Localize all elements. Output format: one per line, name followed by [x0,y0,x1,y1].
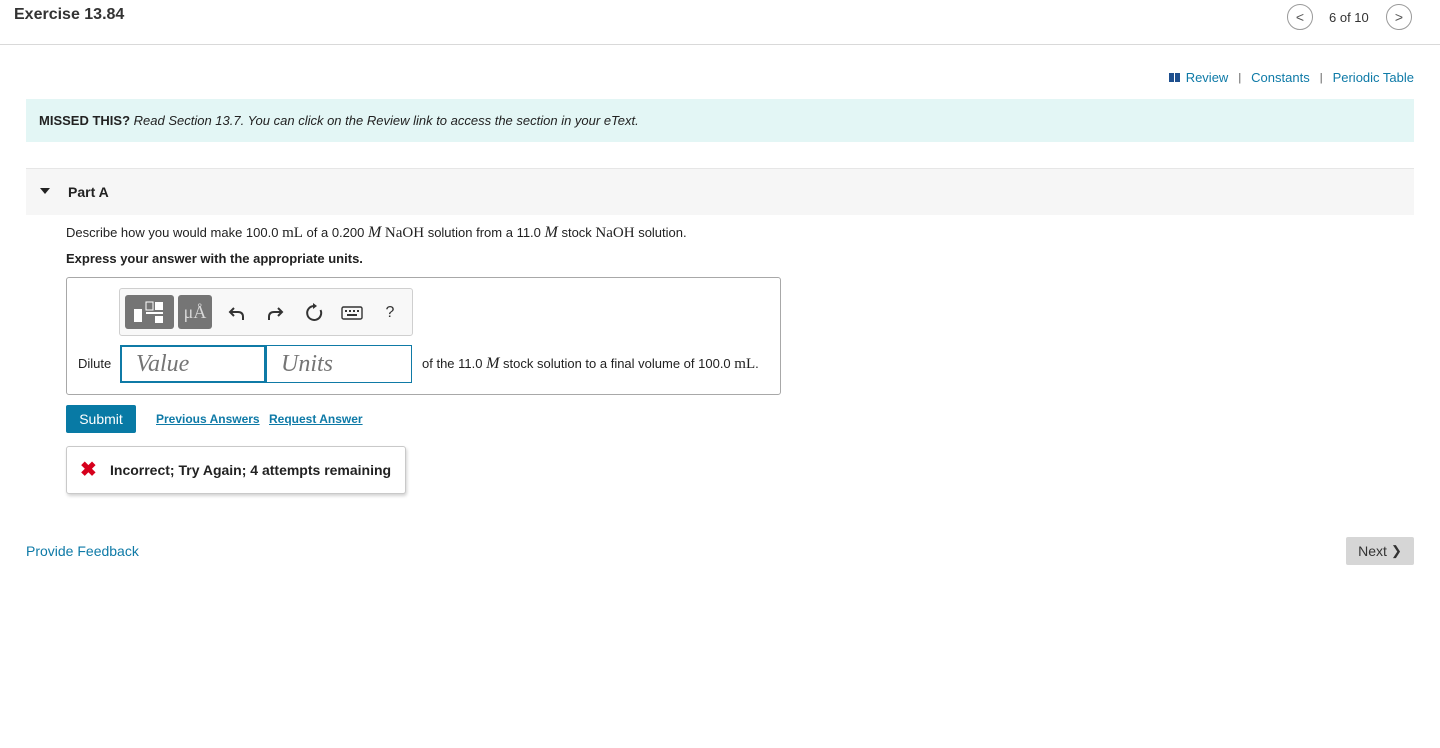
submit-button[interactable]: Submit [66,405,136,433]
question-segment: solution. [634,225,687,240]
help-icon: ? [385,304,395,321]
undo-button[interactable] [225,302,249,324]
suffix-segment: of the 11.0 [422,356,487,371]
separator: | [1238,71,1242,84]
unit-molarity: M [367,224,382,241]
book-icon [1168,73,1180,82]
suffix-segment: stock solution to a final volume of 100.… [499,356,735,371]
suffix-segment: . [755,356,759,371]
answer-prefix: Dilute [78,356,112,371]
review-link[interactable]: Review [1186,70,1229,85]
chevron-left-icon: < [1295,9,1305,25]
units-input[interactable] [266,345,412,383]
keyboard-icon [341,306,363,320]
question-segment: stock [557,225,596,240]
part-a-header[interactable] [26,169,1414,215]
next-button[interactable]: Next ❯ [1346,537,1414,565]
units-icon: μÅ [183,301,207,322]
previous-item-button[interactable]: < [1287,4,1313,30]
templates-icon [134,301,163,323]
chevron-right-icon: > [1394,9,1404,25]
next-item-button[interactable]: > [1386,4,1412,30]
missed-text: Read Section 13.7. You can click on the … [133,113,639,128]
unit-ml: mL [282,225,303,241]
question-text: Describe how you would make 100.0 mL of … [66,224,687,242]
header-bar [0,0,1440,45]
resource-links: Review | Constants | Periodic Table [1168,70,1414,85]
undo-icon [228,307,244,320]
answer-suffix: of the 11.0 M stock solution to a final … [422,355,759,373]
unit-ml: mL [734,356,756,372]
reset-icon [306,303,323,321]
separator: | [1319,71,1323,84]
help-button[interactable]: ? [378,302,402,324]
item-counter: 6 of 10 [1329,10,1369,25]
value-input[interactable] [120,345,266,383]
part-a-label: Part A [68,184,109,200]
feedback-text: Incorrect; Try Again; 4 attempts remaini… [110,462,392,478]
missed-label: MISSED THIS? [39,113,131,128]
formula-naoh: NaOH [384,225,425,241]
previous-answers-link[interactable]: Previous Answers [156,412,260,426]
keyboard-button[interactable] [340,302,364,324]
caret-down-icon[interactable] [40,188,50,194]
chevron-right-icon: ❯ [1390,543,1402,558]
provide-feedback-link[interactable]: Provide Feedback [26,543,139,559]
formula-naoh: NaOH [595,225,635,241]
templates-button[interactable] [125,295,174,329]
redo-button[interactable] [263,302,287,324]
question-segment: Describe how you would make 100.0 [66,225,283,240]
unit-molarity: M [544,224,558,241]
request-answer-link[interactable]: Request Answer [269,412,363,426]
periodic-table-link[interactable]: Periodic Table [1333,70,1414,85]
next-label: Next [1358,543,1387,559]
reset-button[interactable] [302,302,326,324]
redo-icon [268,307,284,320]
constants-link[interactable]: Constants [1251,70,1310,85]
incorrect-x-icon: ✖ [80,459,97,481]
question-segment: solution from a 11.0 [424,225,545,240]
question-segment: of a 0.200 [302,225,368,240]
unit-molarity: M [486,355,500,372]
units-button[interactable]: μÅ [178,295,212,329]
missed-this-banner: MISSED THIS? Read Section 13.7. You can … [26,99,1414,142]
exercise-title: Exercise 13.84 [14,6,125,23]
instruction-text: Express your answer with the appropriate… [66,251,363,266]
